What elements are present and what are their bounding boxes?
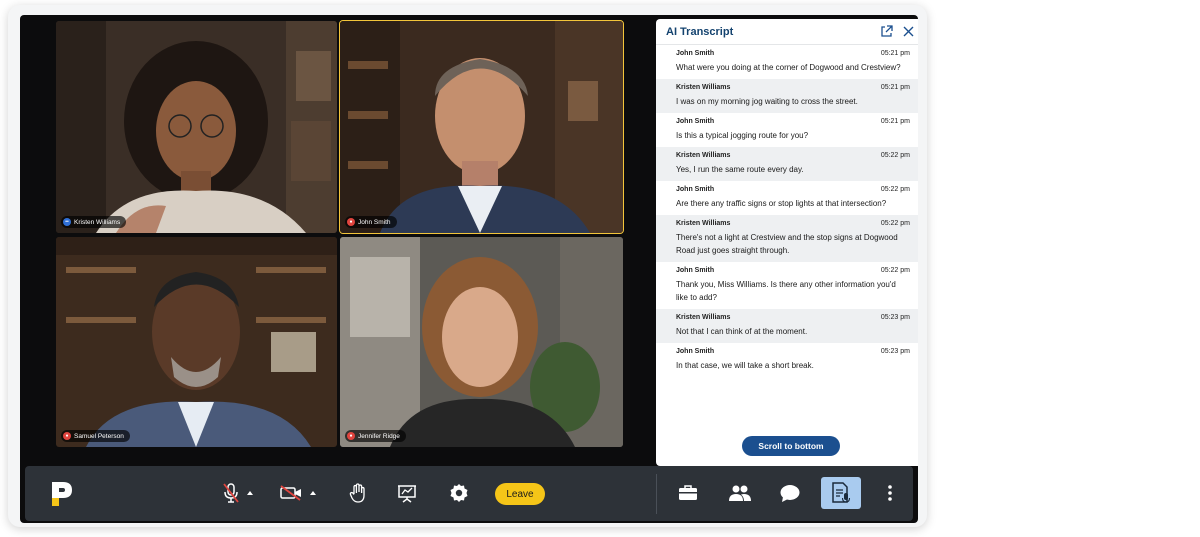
mic-toggle[interactable] [218, 480, 258, 506]
transcript-message: Kristen Williams 05:22 pm There's not a l… [656, 215, 918, 262]
message-time: 05:21 pm [880, 118, 910, 125]
message-time: 05:23 pm [880, 348, 910, 355]
participant-video [56, 21, 337, 233]
message-time: 05:21 pm [880, 84, 910, 91]
speaker-name: Kristen Williams [676, 314, 731, 321]
speaker-name: Kristen Williams [676, 152, 731, 159]
settings-icon [450, 484, 468, 502]
chevron-up-icon[interactable] [310, 491, 316, 495]
message-time: 05:22 pm [880, 267, 910, 274]
transcript-message: Kristen Williams 05:23 pm Not that I can … [656, 309, 918, 343]
participant-name: John Smith [358, 218, 391, 226]
meeting-screen: •• Kristen Williams ● John Smith ● Samue… [20, 15, 918, 523]
device-frame: •• Kristen Williams ● John Smith ● Samue… [8, 5, 927, 527]
transcript-message: John Smith 05:22 pm Are there any traffic… [656, 181, 918, 215]
video-tile[interactable]: ● Jennifer Ridge [340, 237, 623, 447]
message-text: In that case, we will take a short break… [676, 361, 814, 370]
settings-button[interactable] [446, 480, 472, 506]
participant-name: Samuel Peterson [74, 432, 124, 440]
chat-button[interactable] [777, 480, 803, 506]
speaker-name: John Smith [676, 118, 715, 125]
logo-icon [47, 478, 77, 510]
video-tile[interactable]: ● Samuel Peterson [56, 237, 337, 447]
mic-off-icon: ● [347, 432, 355, 440]
transcript-message: John Smith 05:21 pm What were you doing a… [656, 45, 918, 79]
present-icon [398, 485, 416, 503]
chat-icon [780, 484, 800, 502]
speaker-name: John Smith [676, 186, 715, 193]
scroll-to-bottom-button[interactable]: Scroll to bottom [742, 436, 840, 456]
briefcase-button[interactable] [675, 480, 701, 506]
close-icon[interactable] [900, 24, 916, 40]
transcript-icon [832, 482, 851, 503]
message-time: 05:23 pm [880, 314, 910, 321]
message-time: 05:22 pm [880, 220, 910, 227]
message-text: Are there any traffic signs or stop ligh… [676, 199, 887, 208]
raise-hand-icon [349, 483, 365, 503]
participant-name-tag: ● John Smith [345, 216, 397, 228]
participants-button[interactable] [727, 480, 753, 506]
message-text: Thank you, Miss Williams. Is there any o… [676, 280, 896, 302]
message-text: There's not a light at Crestview and the… [676, 233, 898, 255]
message-time: 05:22 pm [880, 152, 910, 159]
present-button[interactable] [394, 480, 420, 506]
mic-off-icon: ● [347, 218, 355, 226]
video-tile-active-speaker[interactable]: ● John Smith [339, 20, 624, 234]
message-text: I was on my morning jog waiting to cross… [676, 97, 858, 106]
meeting-toolbar: Leave [25, 466, 913, 521]
popout-icon[interactable] [878, 24, 894, 40]
mic-off-icon [223, 483, 239, 503]
participant-video [340, 21, 623, 233]
message-text: Yes, I run the same route every day. [676, 165, 804, 174]
participants-icon [729, 485, 751, 501]
mic-off-icon: ● [63, 432, 71, 440]
message-text: What were you doing at the corner of Dog… [676, 63, 901, 72]
transcript-message: John Smith 05:23 pm In that case, we will… [656, 343, 918, 377]
participant-name-tag: •• Kristen Williams [61, 216, 127, 228]
transcript-message: John Smith 05:22 pm Thank you, Miss Willi… [656, 262, 918, 309]
transcript-button[interactable] [821, 477, 861, 509]
transcript-header: AI Transcript [656, 19, 918, 45]
transcript-list[interactable]: John Smith 05:21 pm What were you doing a… [656, 45, 918, 377]
message-text: Is this a typical jogging route for you? [676, 131, 809, 140]
participant-video [56, 237, 337, 447]
transcript-message: John Smith 05:21 pm Is this a typical jog… [656, 113, 918, 147]
transcript-title: AI Transcript [666, 25, 734, 38]
message-time: 05:21 pm [880, 50, 910, 57]
transcript-message: Kristen Williams 05:22 pm Yes, I run the … [656, 147, 918, 181]
audio-icon: •• [63, 218, 71, 226]
speaker-name: John Smith [676, 50, 715, 57]
camera-toggle[interactable] [278, 480, 318, 506]
participant-name: Jennifer Ridge [358, 432, 400, 440]
participant-video [340, 237, 623, 447]
more-icon [888, 485, 892, 501]
participant-name: Kristen Williams [74, 218, 121, 226]
toolbar-divider [656, 474, 657, 514]
participant-name-tag: ● Samuel Peterson [61, 430, 130, 442]
transcript-message: Kristen Williams 05:21 pm I was on my mor… [656, 79, 918, 113]
briefcase-icon [679, 485, 697, 500]
chevron-up-icon[interactable] [247, 491, 253, 495]
leave-button[interactable]: Leave [495, 483, 545, 505]
raise-hand-button[interactable] [345, 480, 371, 506]
video-tile[interactable]: •• Kristen Williams [56, 21, 337, 233]
message-text: Not that I can think of at the moment. [676, 327, 808, 336]
more-options-button[interactable] [883, 480, 897, 506]
camera-off-icon [280, 485, 301, 501]
message-time: 05:22 pm [880, 186, 910, 193]
participant-name-tag: ● Jennifer Ridge [345, 430, 406, 442]
ai-transcript-panel: AI Transcript John Smith 05:21 pm What we… [656, 19, 918, 466]
speaker-name: Kristen Williams [676, 84, 731, 91]
speaker-name: John Smith [676, 267, 715, 274]
speaker-name: Kristen Williams [676, 220, 731, 227]
speaker-name: John Smith [676, 348, 715, 355]
